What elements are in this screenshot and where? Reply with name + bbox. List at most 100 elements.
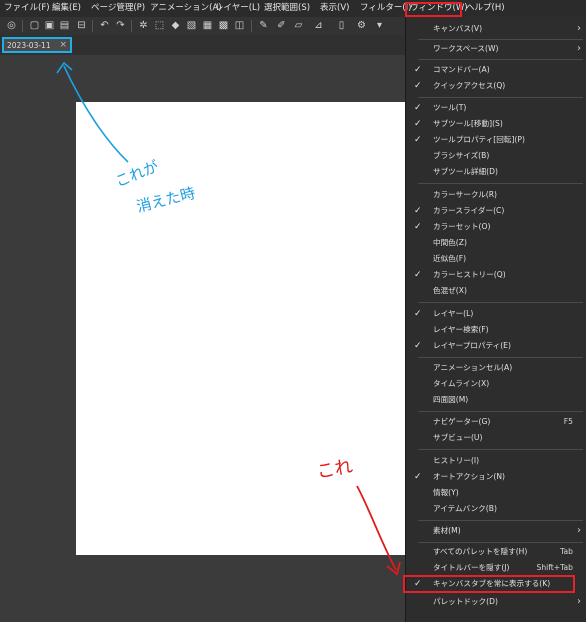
check-icon: ✓ bbox=[414, 309, 422, 319]
layer-icon[interactable]: ◫ bbox=[234, 20, 245, 31]
canvas-tab-strip: 2023-03-11 × bbox=[0, 35, 405, 55]
open-file-icon[interactable]: ▣ bbox=[44, 20, 55, 31]
window-menu-dropdown: キャンバス(V) › ワークスペース(W) › ✓ コマンドバー(A) ✓ クイックアク… bbox=[405, 17, 586, 622]
menu-separator bbox=[418, 39, 583, 40]
menu-animation[interactable]: アニメーション(A) bbox=[150, 0, 222, 17]
menu-item-tool-property[interactable]: ✓ ツールプロパティ[回転](P) bbox=[406, 132, 586, 148]
menu-edit[interactable]: 編集(E) bbox=[52, 0, 81, 17]
fill-icon[interactable]: ◆ bbox=[170, 20, 181, 31]
menu-separator bbox=[418, 411, 583, 412]
menu-item-timeline[interactable]: タイムライン(X) bbox=[406, 376, 586, 392]
toolbar-separator bbox=[131, 20, 132, 32]
check-icon: ✓ bbox=[414, 270, 422, 280]
menu-item-layer-property[interactable]: ✓ レイヤープロパティ(E) bbox=[406, 338, 586, 354]
menu-layer[interactable]: レイヤー(L) bbox=[215, 0, 260, 17]
menu-page[interactable]: ページ管理(P) bbox=[91, 0, 145, 17]
menu-item-auto-action[interactable]: ✓ オートアクション(N) bbox=[406, 469, 586, 485]
check-icon: ✓ bbox=[414, 472, 422, 482]
menu-bar: ファイル(F) 編集(E) ページ管理(P) アニメーション(A) レイヤー(L… bbox=[0, 0, 586, 18]
check-icon: ✓ bbox=[414, 222, 422, 232]
pen-icon[interactable]: ✎ bbox=[258, 20, 269, 31]
redo-icon[interactable]: ↷ bbox=[115, 20, 126, 31]
grid-icon[interactable]: ▩ bbox=[218, 20, 229, 31]
menu-item-item-bank[interactable]: アイテムバンク(B) bbox=[406, 501, 586, 517]
toolbar-separator bbox=[92, 20, 93, 32]
menu-view[interactable]: 表示(V) bbox=[320, 0, 349, 17]
menu-separator bbox=[418, 542, 583, 543]
menu-item-hide-all-palettes[interactable]: すべてのパレットを隠す(H) Tab bbox=[406, 544, 586, 560]
new-file-icon[interactable]: ▢ bbox=[29, 20, 40, 31]
menu-help[interactable]: ヘルプ(H) bbox=[466, 0, 505, 17]
save-icon[interactable]: ▤ bbox=[59, 20, 70, 31]
menu-item-history[interactable]: ヒストリー(I) bbox=[406, 453, 586, 469]
menu-shortcut: Shift+Tab bbox=[536, 563, 573, 572]
toolbar-separator bbox=[251, 20, 252, 32]
check-icon: ✓ bbox=[414, 103, 422, 113]
brush-icon[interactable]: ▦ bbox=[202, 20, 213, 31]
menu-item-color-slider[interactable]: ✓ カラースライダー(C) bbox=[406, 203, 586, 219]
bucket-icon[interactable]: ▱ bbox=[293, 20, 304, 31]
check-icon: ✓ bbox=[414, 135, 422, 145]
menu-separator bbox=[418, 520, 583, 521]
menu-item-color-history[interactable]: ✓ カラーヒストリー(Q) bbox=[406, 267, 586, 283]
canvas-tab-label: 2023-03-11 bbox=[7, 41, 51, 50]
menu-item-animation-cel[interactable]: アニメーションセル(A) bbox=[406, 360, 586, 376]
menu-item-approximate-color[interactable]: 近似色(F) bbox=[406, 251, 586, 267]
menu-separator bbox=[418, 59, 583, 60]
menu-item-subtool-detail[interactable]: サブツール詳細(D) bbox=[406, 164, 586, 180]
canvas-tab[interactable]: 2023-03-11 × bbox=[2, 37, 72, 53]
menu-item-sub-view[interactable]: サブビュー(U) bbox=[406, 430, 586, 446]
menu-item-subtool[interactable]: ✓ サブツール[移動](S) bbox=[406, 116, 586, 132]
undo-icon[interactable]: ↶ bbox=[99, 20, 110, 31]
menu-filter[interactable]: フィルター(I) bbox=[360, 0, 411, 17]
check-icon: ✓ bbox=[414, 81, 422, 91]
menu-item-command-bar[interactable]: ✓ コマンドバー(A) bbox=[406, 62, 586, 78]
menu-item-layer-search[interactable]: レイヤー検索(F) bbox=[406, 322, 586, 338]
menu-item-workspace[interactable]: ワークスペース(W) › bbox=[406, 41, 586, 57]
menu-separator bbox=[418, 97, 583, 98]
transform-icon[interactable]: ✲ bbox=[138, 20, 149, 31]
chevron-right-icon: › bbox=[577, 525, 581, 536]
ruler-icon[interactable]: ⊿ bbox=[313, 20, 324, 31]
chevron-right-icon: › bbox=[577, 23, 581, 34]
chevron-right-icon: › bbox=[577, 596, 581, 607]
app-icon[interactable]: ◎ bbox=[6, 20, 17, 31]
window-menu-highlight bbox=[405, 2, 462, 17]
menu-item-material[interactable]: 素材(M) › bbox=[406, 523, 586, 539]
more-icon[interactable]: ▾ bbox=[374, 20, 385, 31]
menu-selection[interactable]: 選択範囲(S) bbox=[264, 0, 310, 17]
menu-item-quick-access[interactable]: ✓ クイックアクセス(Q) bbox=[406, 78, 586, 94]
menu-item-palette-dock[interactable]: パレットドック(D) › bbox=[406, 594, 586, 610]
menu-item-canvas[interactable]: キャンバス(V) › bbox=[406, 21, 586, 37]
menu-separator bbox=[418, 449, 583, 450]
menu-item-color-mixing[interactable]: 色混ぜ(X) bbox=[406, 283, 586, 299]
menu-item-info[interactable]: 情報(Y) bbox=[406, 485, 586, 501]
canvas-tab-option-highlight bbox=[403, 575, 575, 593]
check-icon: ✓ bbox=[414, 119, 422, 129]
menu-item-hide-title-bar[interactable]: タイトルバーを隠す(J) Shift+Tab bbox=[406, 560, 586, 576]
pencil-icon[interactable]: ✐ bbox=[276, 20, 287, 31]
export-icon[interactable]: ⊟ bbox=[76, 20, 87, 31]
menu-item-tool[interactable]: ✓ ツール(T) bbox=[406, 100, 586, 116]
menu-item-intermediate-color[interactable]: 中間色(Z) bbox=[406, 235, 586, 251]
menu-item-layer[interactable]: ✓ レイヤー(L) bbox=[406, 306, 586, 322]
drawing-canvas[interactable] bbox=[76, 102, 406, 555]
menu-item-brush-size[interactable]: ブラシサイズ(B) bbox=[406, 148, 586, 164]
erase-icon[interactable]: ▧ bbox=[186, 20, 197, 31]
menu-item-four-view[interactable]: 四面図(M) bbox=[406, 392, 586, 408]
settings-icon[interactable]: ⚙ bbox=[356, 20, 367, 31]
menu-file[interactable]: ファイル(F) bbox=[4, 0, 50, 17]
menu-shortcut: Tab bbox=[560, 547, 573, 556]
menu-item-color-circle[interactable]: カラーサークル(R) bbox=[406, 187, 586, 203]
device-icon[interactable]: ▯ bbox=[336, 20, 347, 31]
menu-shortcut: F5 bbox=[563, 417, 573, 426]
check-icon: ✓ bbox=[414, 341, 422, 351]
close-icon[interactable]: × bbox=[59, 40, 67, 50]
toolbar-separator bbox=[22, 20, 23, 32]
chevron-right-icon: › bbox=[577, 43, 581, 54]
menu-item-color-set[interactable]: ✓ カラーセット(O) bbox=[406, 219, 586, 235]
check-icon: ✓ bbox=[414, 206, 422, 216]
menu-separator bbox=[418, 183, 583, 184]
selection-icon[interactable]: ⬚ bbox=[154, 20, 165, 31]
menu-item-navigator[interactable]: ナビゲーター(G) F5 bbox=[406, 414, 586, 430]
